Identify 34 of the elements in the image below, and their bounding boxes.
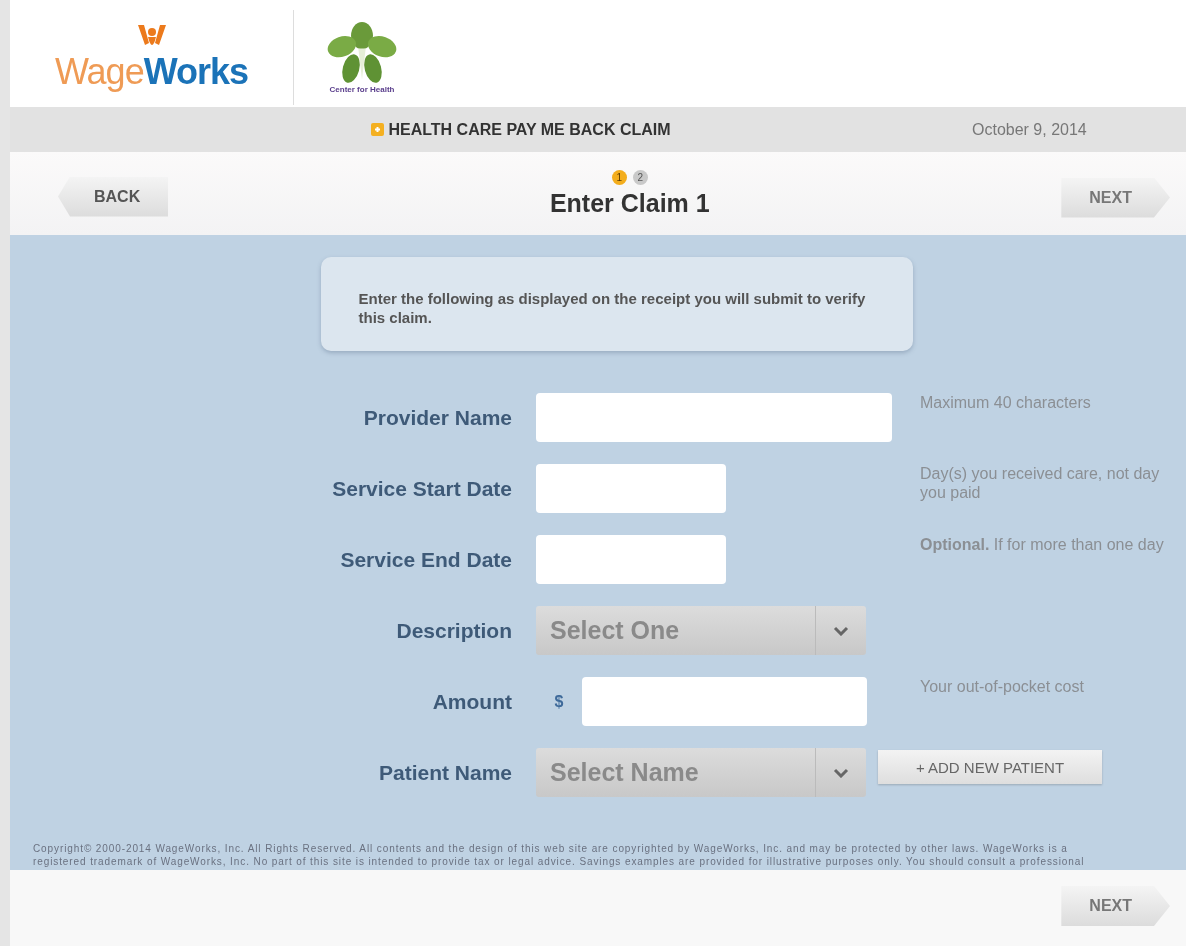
field-hint: Your out-of-pocket cost xyxy=(920,677,1085,696)
copyright-text: registered trademark of WageWorks, Inc. No part of this site is intended to provide tax or legal advice. Savings examples are provided for illustrative purposes only. You should consult a professional xyxy=(33,855,1086,868)
logo-caption: Center for Health xyxy=(329,85,395,94)
field-label: Description xyxy=(395,618,513,643)
wageworks-logo: WageWorks xyxy=(10,22,293,93)
copyright-text: Copyright© 2000-2014 WageWorks, Inc. All Rights Reserved. All contents and the design of this web site are copyrighted by WageWorks, Inc. and may be protected by other laws. WageWorks is a xyxy=(33,842,1069,855)
amount-field[interactable] xyxy=(582,677,867,726)
field-hint: Optional. If for more than one day xyxy=(920,535,1165,554)
next-button[interactable]: NEXT xyxy=(1061,177,1170,218)
step-indicator: 2 xyxy=(632,169,648,185)
date-text: October 9, 2014 xyxy=(972,120,1088,139)
field-label: Service Start Date xyxy=(331,476,513,501)
step-indicator: 1 xyxy=(611,169,627,185)
page-title: HEALTH CARE PAY ME BACK CLAIM xyxy=(388,120,671,139)
plus-icon xyxy=(371,123,385,136)
field-hint: Maximum 40 characters xyxy=(920,393,1092,412)
field-label: Service End Date xyxy=(339,547,513,572)
input-field[interactable] xyxy=(536,393,892,442)
field-label: Provider Name xyxy=(362,405,513,430)
next-button[interactable]: NEXT xyxy=(1061,886,1170,926)
dropdown[interactable]: Select One xyxy=(536,606,866,655)
field-hint: Day(s) you received care, not day you paid xyxy=(920,464,1161,502)
field-label: Patient Name xyxy=(377,760,513,785)
date-field[interactable] xyxy=(536,535,726,584)
field-label: Amount xyxy=(431,689,513,714)
back-button[interactable]: BACK xyxy=(58,176,169,217)
currency-symbol: $ xyxy=(553,692,565,711)
info-text: Enter the following as displayed on the receipt you will submit to verify this claim. xyxy=(358,290,866,326)
chevron-down-icon xyxy=(833,767,849,778)
add-patient-button[interactable]: + ADD NEW PATIENT xyxy=(878,750,1102,784)
step-heading: Enter Claim 1 xyxy=(549,188,710,218)
chevron-down-icon xyxy=(833,625,849,636)
date-field[interactable] xyxy=(536,464,726,513)
dropdown[interactable]: Select Name xyxy=(536,748,866,797)
